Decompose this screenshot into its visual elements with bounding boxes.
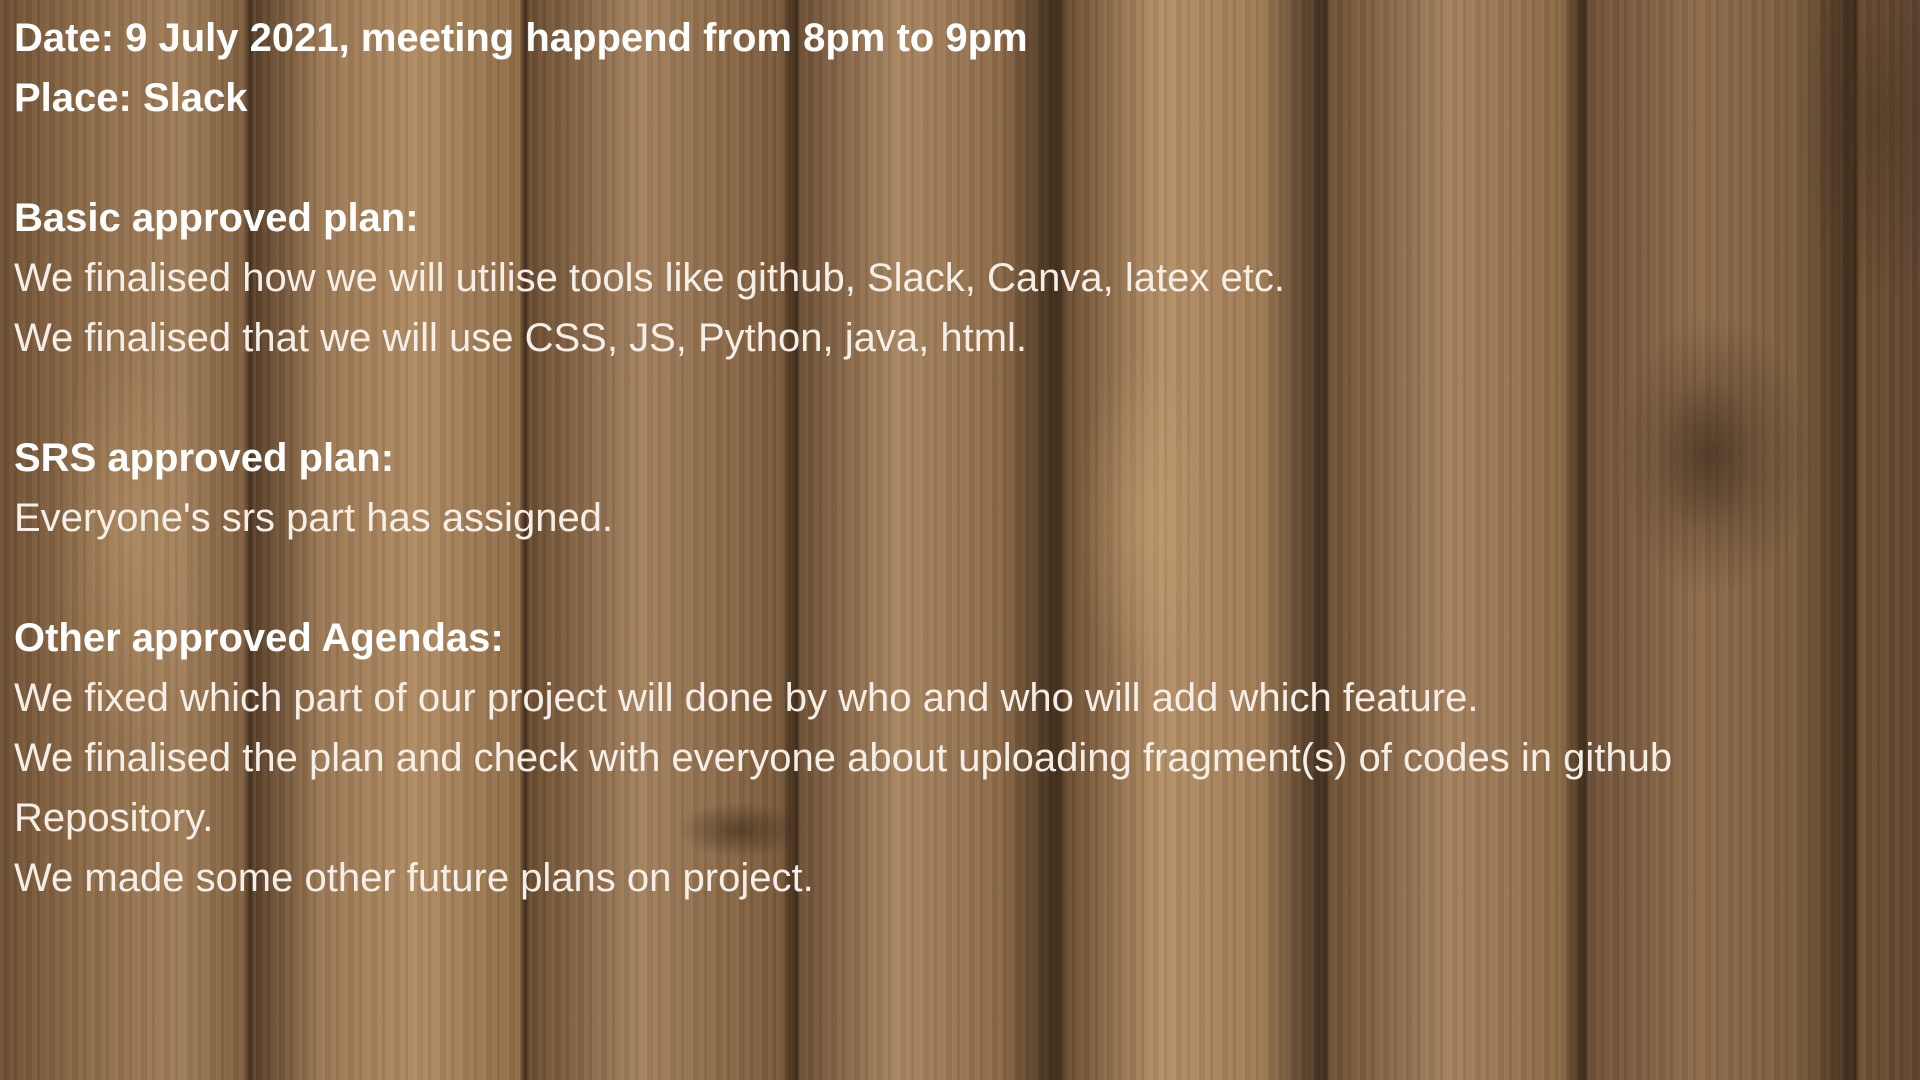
meeting-notes: Date: 9 July 2021, meeting happend from …: [14, 8, 1904, 908]
other-agendas-line: We finalised the plan and check with eve…: [14, 736, 1673, 780]
basic-plan-line: We finalised how we will utilise tools l…: [14, 256, 1285, 300]
date-line: Date: 9 July 2021, meeting happend from …: [14, 16, 1028, 60]
place-line: Place: Slack: [14, 76, 248, 120]
other-agendas-line: We fixed which part of our project will …: [14, 676, 1479, 720]
basic-plan-heading: Basic approved plan:: [14, 196, 419, 240]
srs-plan-line: Everyone's srs part has assigned.: [14, 496, 614, 540]
other-agendas-line: Repository.: [14, 796, 214, 840]
other-agendas-heading: Other approved Agendas:: [14, 616, 504, 660]
other-agendas-line: We made some other future plans on proje…: [14, 856, 814, 900]
srs-plan-heading: SRS approved plan:: [14, 436, 395, 480]
basic-plan-line: We finalised that we will use CSS, JS, P…: [14, 316, 1028, 360]
